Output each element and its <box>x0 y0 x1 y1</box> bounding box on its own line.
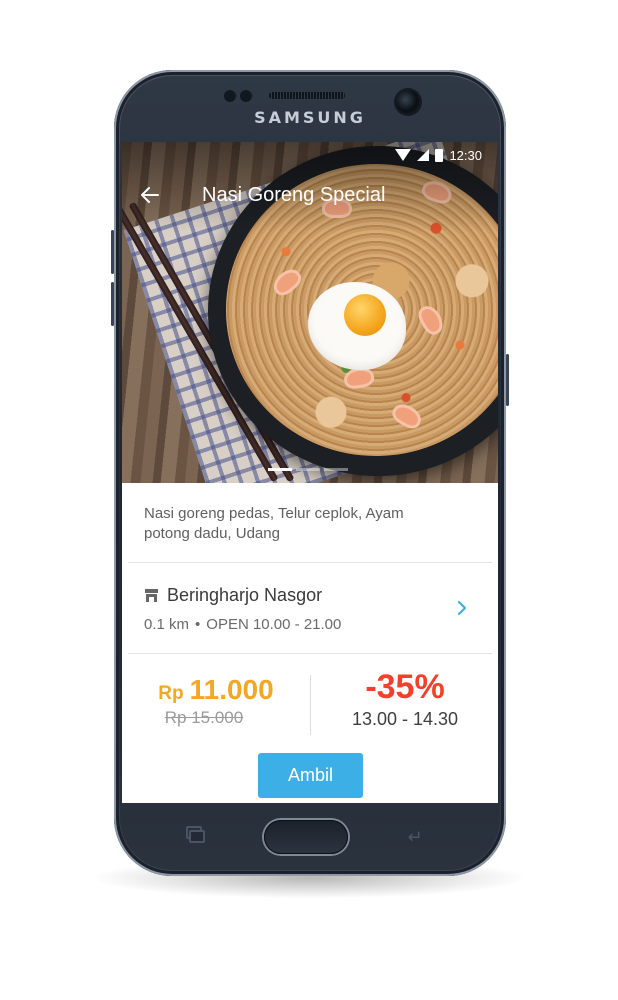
sensor-dots <box>224 90 252 102</box>
store-hours: OPEN 10.00 - 21.00 <box>206 616 342 633</box>
store-icon <box>145 589 158 602</box>
recent-apps-button[interactable] <box>184 826 206 846</box>
wifi-icon <box>395 149 412 161</box>
store-name: Beringharjo Nasgor <box>167 585 323 605</box>
ambil-button[interactable]: Ambil <box>258 753 363 798</box>
chevron-right-icon <box>457 600 467 616</box>
product-description: Nasi goreng pedas, Telur ceplok, Ayam po… <box>144 505 404 542</box>
status-time: 12:30 <box>449 147 482 163</box>
back-nav-button[interactable]: ↵ <box>402 826 428 848</box>
power-button <box>506 354 509 406</box>
home-button[interactable] <box>264 820 348 854</box>
carousel-dot[interactable] <box>296 468 320 471</box>
carousel-dot[interactable] <box>268 468 292 471</box>
discount-block: -35% 13.00 - 14.30 <box>312 668 498 730</box>
arrow-left-icon <box>141 187 159 203</box>
vertical-divider <box>310 675 311 735</box>
carousel-indicator <box>268 468 348 471</box>
phone-frame: SAMSUNG 12:30 Nasi Goreng Special Nasi g… <box>111 70 509 876</box>
battery-icon <box>435 148 444 162</box>
volume-button <box>111 230 114 274</box>
page-title: Nasi Goreng Special <box>202 183 386 206</box>
price-block: Rp 11.000 Rp 15.000 <box>122 674 310 728</box>
store-detail-button[interactable] <box>452 596 472 620</box>
store-row[interactable]: Beringharjo Nasgor 0.1 km • OPEN 10.00 -… <box>144 585 474 633</box>
price-currency: Rp <box>158 683 184 704</box>
meta-separator: • <box>195 616 201 633</box>
price-value: 11.000 <box>189 674 274 705</box>
brand-logo: SAMSUNG <box>254 108 366 127</box>
carousel-dot[interactable] <box>324 468 348 471</box>
volume-down-button <box>111 282 114 326</box>
discount-percent: -35% <box>365 668 445 706</box>
divider <box>128 653 492 654</box>
store-distance: 0.1 km <box>144 616 190 633</box>
divider <box>128 562 492 563</box>
app-screen: 12:30 Nasi Goreng Special Nasi goreng pe… <box>122 142 498 803</box>
signal-icon <box>417 149 430 161</box>
return-icon: ↵ <box>407 827 423 847</box>
speaker-grill <box>269 92 345 99</box>
app-bar: Nasi Goreng Special <box>122 176 498 214</box>
original-price: Rp 15.000 <box>164 708 244 727</box>
back-button[interactable] <box>122 176 178 214</box>
status-bar: 12:30 <box>122 142 498 168</box>
egg-yolk <box>344 294 386 336</box>
discount-time: 13.00 - 14.30 <box>351 709 459 729</box>
